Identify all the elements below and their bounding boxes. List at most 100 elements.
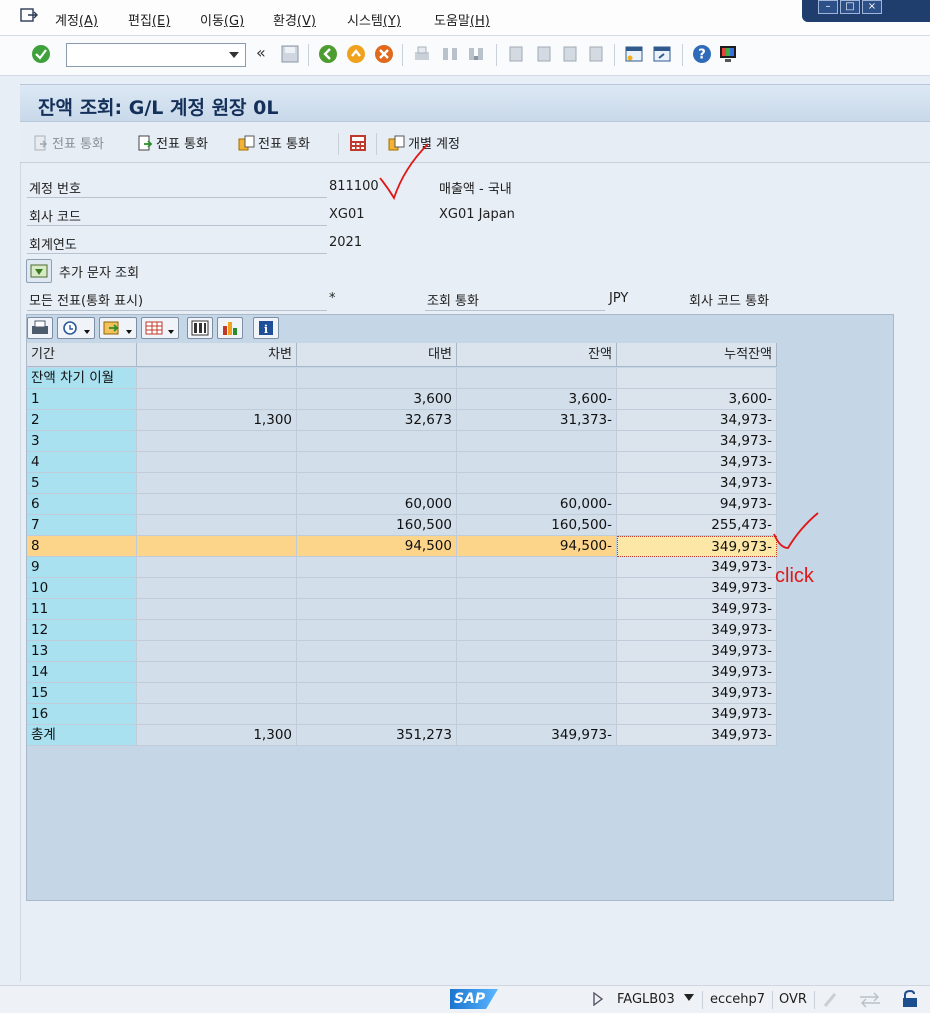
grid-columns-button[interactable] xyxy=(187,317,213,339)
cell-balance[interactable]: 3,600- xyxy=(457,389,617,410)
calculator-icon[interactable] xyxy=(348,133,368,153)
cell-cumulative-balance[interactable]: 349,973- xyxy=(617,557,777,578)
cell-credit[interactable]: 94,500 xyxy=(297,536,457,557)
cell-credit[interactable] xyxy=(297,431,457,452)
triangle-play-icon[interactable] xyxy=(592,992,604,1006)
cell-debit[interactable]: 1,300 xyxy=(137,725,297,746)
pen-icon[interactable] xyxy=(822,991,840,1009)
cell-period[interactable]: 7 xyxy=(27,515,137,536)
back-icon[interactable] xyxy=(318,44,338,64)
next-page-icon[interactable] xyxy=(560,44,580,64)
table-row[interactable]: 16 349,973- xyxy=(27,704,777,725)
table-row[interactable]: 7 160,500 160,500- 255,473- xyxy=(27,515,777,536)
cell-debit[interactable] xyxy=(137,368,297,389)
table-row[interactable]: 12 349,973- xyxy=(27,620,777,641)
grid-layout-button[interactable] xyxy=(141,317,179,339)
grid-view-button[interactable] xyxy=(57,317,95,339)
cell-balance[interactable]: 349,973- xyxy=(457,725,617,746)
cell-cumulative-balance[interactable]: 94,973- xyxy=(617,494,777,515)
cell-period[interactable]: 9 xyxy=(27,557,137,578)
table-row[interactable]: 8 94,500 94,500- 349,973- xyxy=(27,536,777,557)
grid-export-button[interactable] xyxy=(99,317,137,339)
table-row[interactable]: 13 349,973- xyxy=(27,641,777,662)
save-icon[interactable] xyxy=(280,44,300,64)
menu-item-settings[interactable]: 환경(V) xyxy=(273,10,316,29)
cell-period[interactable]: 8 xyxy=(27,536,137,557)
maximize-icon[interactable]: □ xyxy=(840,0,860,14)
cell-credit[interactable]: 60,000 xyxy=(297,494,457,515)
cell-cumulative-balance[interactable]: 349,973- xyxy=(617,662,777,683)
cell-period[interactable]: 3 xyxy=(27,431,137,452)
cell-debit[interactable] xyxy=(137,515,297,536)
minimize-icon[interactable]: – xyxy=(818,0,838,14)
chevron-down-icon[interactable] xyxy=(684,994,694,1002)
column-header-credit[interactable]: 대변 xyxy=(297,343,457,367)
cancel-icon[interactable] xyxy=(374,44,394,64)
cell-credit[interactable]: 32,673 xyxy=(297,410,457,431)
add-document-button[interactable] xyxy=(26,259,52,283)
cell-cumulative-balance[interactable]: 349,973- xyxy=(617,536,777,557)
find-next-icon[interactable] xyxy=(466,44,486,64)
cell-credit[interactable]: 160,500 xyxy=(297,515,457,536)
cell-credit[interactable] xyxy=(297,662,457,683)
grid-print-button[interactable] xyxy=(27,317,53,339)
cell-debit[interactable] xyxy=(137,536,297,557)
cell-debit[interactable] xyxy=(137,683,297,704)
cell-debit[interactable]: 1,300 xyxy=(137,410,297,431)
cell-period[interactable]: 1 xyxy=(27,389,137,410)
cell-credit[interactable] xyxy=(297,683,457,704)
shortcut-icon[interactable] xyxy=(652,44,672,64)
exit-icon[interactable] xyxy=(346,44,366,64)
cell-cumulative-balance[interactable]: 34,973- xyxy=(617,452,777,473)
cell-cumulative-balance[interactable]: 349,973- xyxy=(617,599,777,620)
column-header-cumulative-balance[interactable]: 누적잔액 xyxy=(617,343,777,367)
cell-period[interactable]: 12 xyxy=(27,620,137,641)
cell-credit[interactable] xyxy=(297,578,457,599)
cell-period[interactable]: 11 xyxy=(27,599,137,620)
cell-debit[interactable] xyxy=(137,599,297,620)
table-row[interactable]: 11 349,973- xyxy=(27,599,777,620)
document-currency-button[interactable]: 전표 통화 xyxy=(136,133,208,153)
cell-balance[interactable] xyxy=(457,704,617,725)
cell-cumulative-balance[interactable]: 349,973- xyxy=(617,704,777,725)
cell-cumulative-balance[interactable]: 34,973- xyxy=(617,473,777,494)
cell-debit[interactable] xyxy=(137,452,297,473)
cell-credit[interactable]: 351,273 xyxy=(297,725,457,746)
cell-debit[interactable] xyxy=(137,494,297,515)
cell-debit[interactable] xyxy=(137,662,297,683)
cell-balance[interactable] xyxy=(457,431,617,452)
cell-cumulative-balance[interactable]: 34,973- xyxy=(617,431,777,452)
cell-cumulative-balance[interactable]: 255,473- xyxy=(617,515,777,536)
cell-balance[interactable]: 94,500- xyxy=(457,536,617,557)
customize-layout-icon[interactable] xyxy=(718,44,738,64)
cell-debit[interactable] xyxy=(137,389,297,410)
cell-period[interactable]: 15 xyxy=(27,683,137,704)
cell-balance[interactable] xyxy=(457,557,617,578)
total-row[interactable]: 총계 1,300 351,273 349,973- 349,973- xyxy=(27,725,777,746)
cell-credit[interactable] xyxy=(297,599,457,620)
cell-balance[interactable]: 160,500- xyxy=(457,515,617,536)
cell-credit[interactable] xyxy=(297,473,457,494)
cell-balance[interactable] xyxy=(457,683,617,704)
grid-info-button[interactable]: i xyxy=(253,317,279,339)
cell-period[interactable]: 6 xyxy=(27,494,137,515)
menu-item-system[interactable]: 시스템(Y) xyxy=(347,10,401,29)
table-row[interactable]: 1 3,600 3,600- 3,600- xyxy=(27,389,777,410)
cell-period[interactable]: 14 xyxy=(27,662,137,683)
cell-period[interactable]: 2 xyxy=(27,410,137,431)
table-row[interactable]: 14 349,973- xyxy=(27,662,777,683)
table-row[interactable]: 잔액 차기 이월 xyxy=(27,368,777,389)
menu-exit-icon[interactable] xyxy=(20,8,38,24)
cell-period[interactable]: 5 xyxy=(27,473,137,494)
connection-icon[interactable] xyxy=(858,991,882,1009)
cell-period[interactable]: 잔액 차기 이월 xyxy=(27,368,137,389)
cell-credit[interactable]: 3,600 xyxy=(297,389,457,410)
column-header-balance[interactable]: 잔액 xyxy=(457,343,617,367)
cell-credit[interactable] xyxy=(297,620,457,641)
cell-debit[interactable] xyxy=(137,704,297,725)
cell-credit[interactable] xyxy=(297,641,457,662)
cell-cumulative-balance[interactable]: 349,973- xyxy=(617,725,777,746)
cell-debit[interactable] xyxy=(137,641,297,662)
cell-balance[interactable] xyxy=(457,473,617,494)
individual-account-button[interactable]: 개별 계정 xyxy=(388,133,460,153)
